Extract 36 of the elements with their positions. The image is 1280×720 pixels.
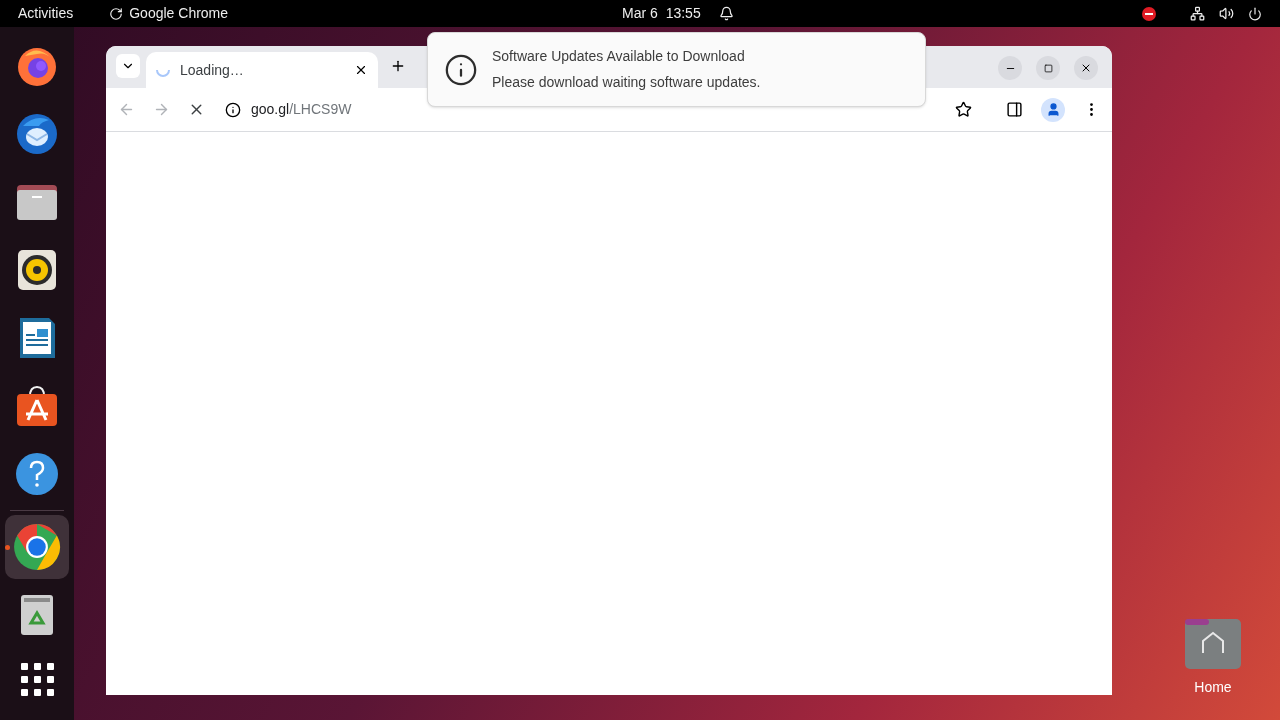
close-icon[interactable] [354, 63, 368, 77]
app-icon [109, 6, 124, 21]
activities-button[interactable]: Activities [18, 3, 74, 24]
bell-icon[interactable] [718, 6, 734, 21]
speaker-icon[interactable] [15, 248, 59, 292]
tab-title: Loading… [180, 60, 245, 80]
close-window-button[interactable] [1074, 56, 1098, 80]
close-icon [1080, 62, 1092, 74]
dock-item-highlight[interactable] [5, 515, 69, 579]
home-folder-icon[interactable] [1185, 619, 1241, 669]
help-icon[interactable] [15, 452, 59, 496]
app-name[interactable]: Google Chrome [129, 3, 229, 24]
bird-mail-icon[interactable] [15, 112, 59, 156]
clock[interactable]: Mar 6 13:55 [622, 3, 701, 24]
info-icon[interactable] [225, 101, 241, 118]
volume-icon[interactable] [1219, 6, 1234, 21]
notification-banner[interactable]: Software Updates Available to Download Please download waiting software updates. [427, 32, 926, 107]
maximize-icon [1043, 63, 1053, 73]
browser-tab[interactable]: Loading… [146, 52, 378, 88]
bookmark-star-icon[interactable] [955, 101, 972, 118]
maximize-button[interactable] [1036, 56, 1060, 80]
notification-title: Software Updates Available to Download [492, 47, 746, 66]
tab-search-button[interactable] [116, 54, 140, 78]
side-panel-icon[interactable] [1006, 101, 1023, 118]
url-text: goo.gl/LHCS9W [251, 100, 352, 119]
notification-body: Please download waiting software updates. [492, 73, 761, 92]
chrome-icon[interactable] [13, 523, 61, 571]
info-icon [444, 52, 478, 87]
new-tab-icon[interactable] [390, 58, 406, 74]
status-icon[interactable] [1142, 6, 1156, 21]
app-grid-icon[interactable] [20, 663, 54, 696]
power-icon[interactable] [1248, 6, 1262, 21]
shopping-bag-icon[interactable] [15, 384, 59, 428]
network-icon[interactable] [1190, 6, 1205, 21]
profile-icon[interactable] [1041, 97, 1065, 122]
desktop-icon-label: Home [1194, 678, 1232, 697]
